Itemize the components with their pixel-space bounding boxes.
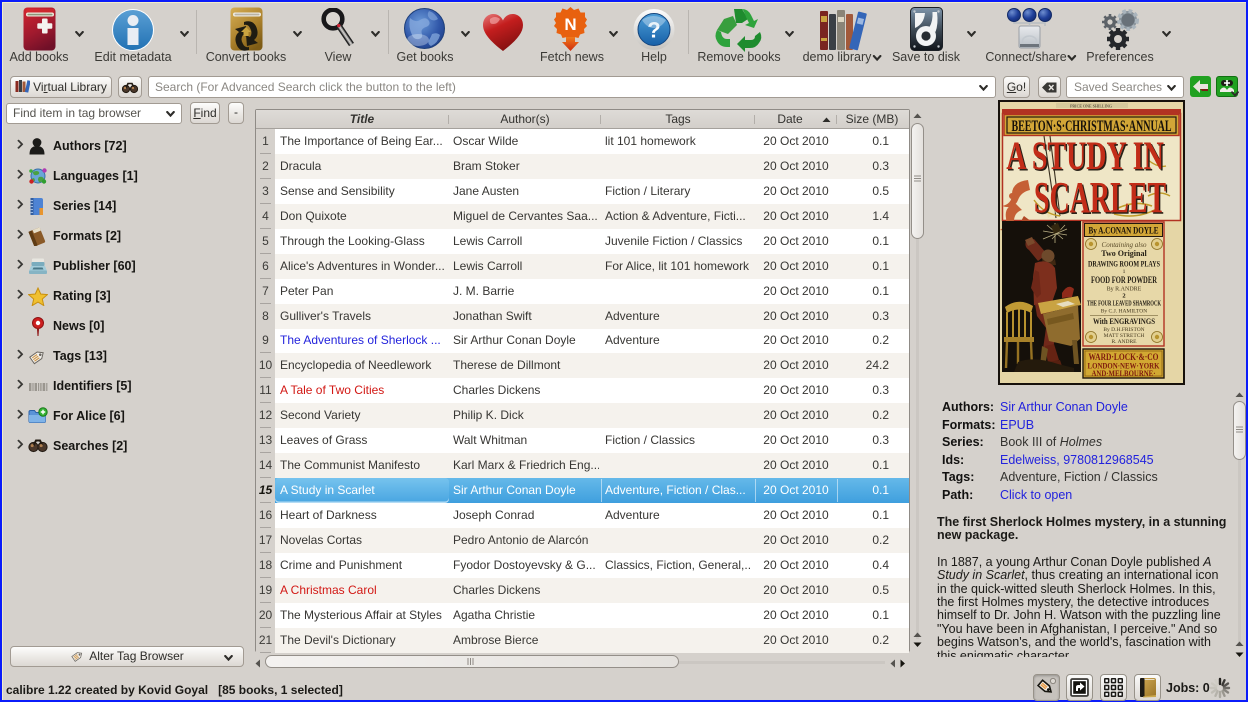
svg-text:SCARLET: SCARLET: [1034, 174, 1166, 223]
svg-text:THE FOUR LEAVED SHAMROCK: THE FOUR LEAVED SHAMROCK: [1087, 300, 1161, 308]
svg-text:BEETON·S·CHRISTMAS·ANNUAL: BEETON·S·CHRISTMAS·ANNUAL: [1012, 117, 1172, 134]
svg-text:Two Original: Two Original: [1101, 249, 1147, 258]
svg-text:2: 2: [1122, 293, 1125, 300]
svg-text:N: N: [564, 15, 576, 34]
svg-text:R. ANDRE: R. ANDRE: [1111, 339, 1137, 345]
svg-text:A STUDY IN: A STUDY IN: [1006, 134, 1164, 178]
svg-text:Containing also: Containing also: [1102, 241, 1147, 249]
svg-text:DRAWING ROOM PLAYS: DRAWING ROOM PLAYS: [1088, 259, 1160, 269]
svg-text:AND·MELBOURNE·: AND·MELBOURNE·: [1092, 369, 1156, 378]
svg-text:With ENGRAVINGS: With ENGRAVINGS: [1093, 317, 1155, 326]
svg-text:By C.J. HAMILTON: By C.J. HAMILTON: [1101, 309, 1147, 315]
svg-text:FOOD FOR POWDER: FOOD FOR POWDER: [1091, 275, 1157, 285]
svg-text:PRICE ONE SHILLING: PRICE ONE SHILLING: [1070, 104, 1112, 109]
svg-text:By A.CONAN DOYLE: By A.CONAN DOYLE: [1089, 226, 1159, 236]
